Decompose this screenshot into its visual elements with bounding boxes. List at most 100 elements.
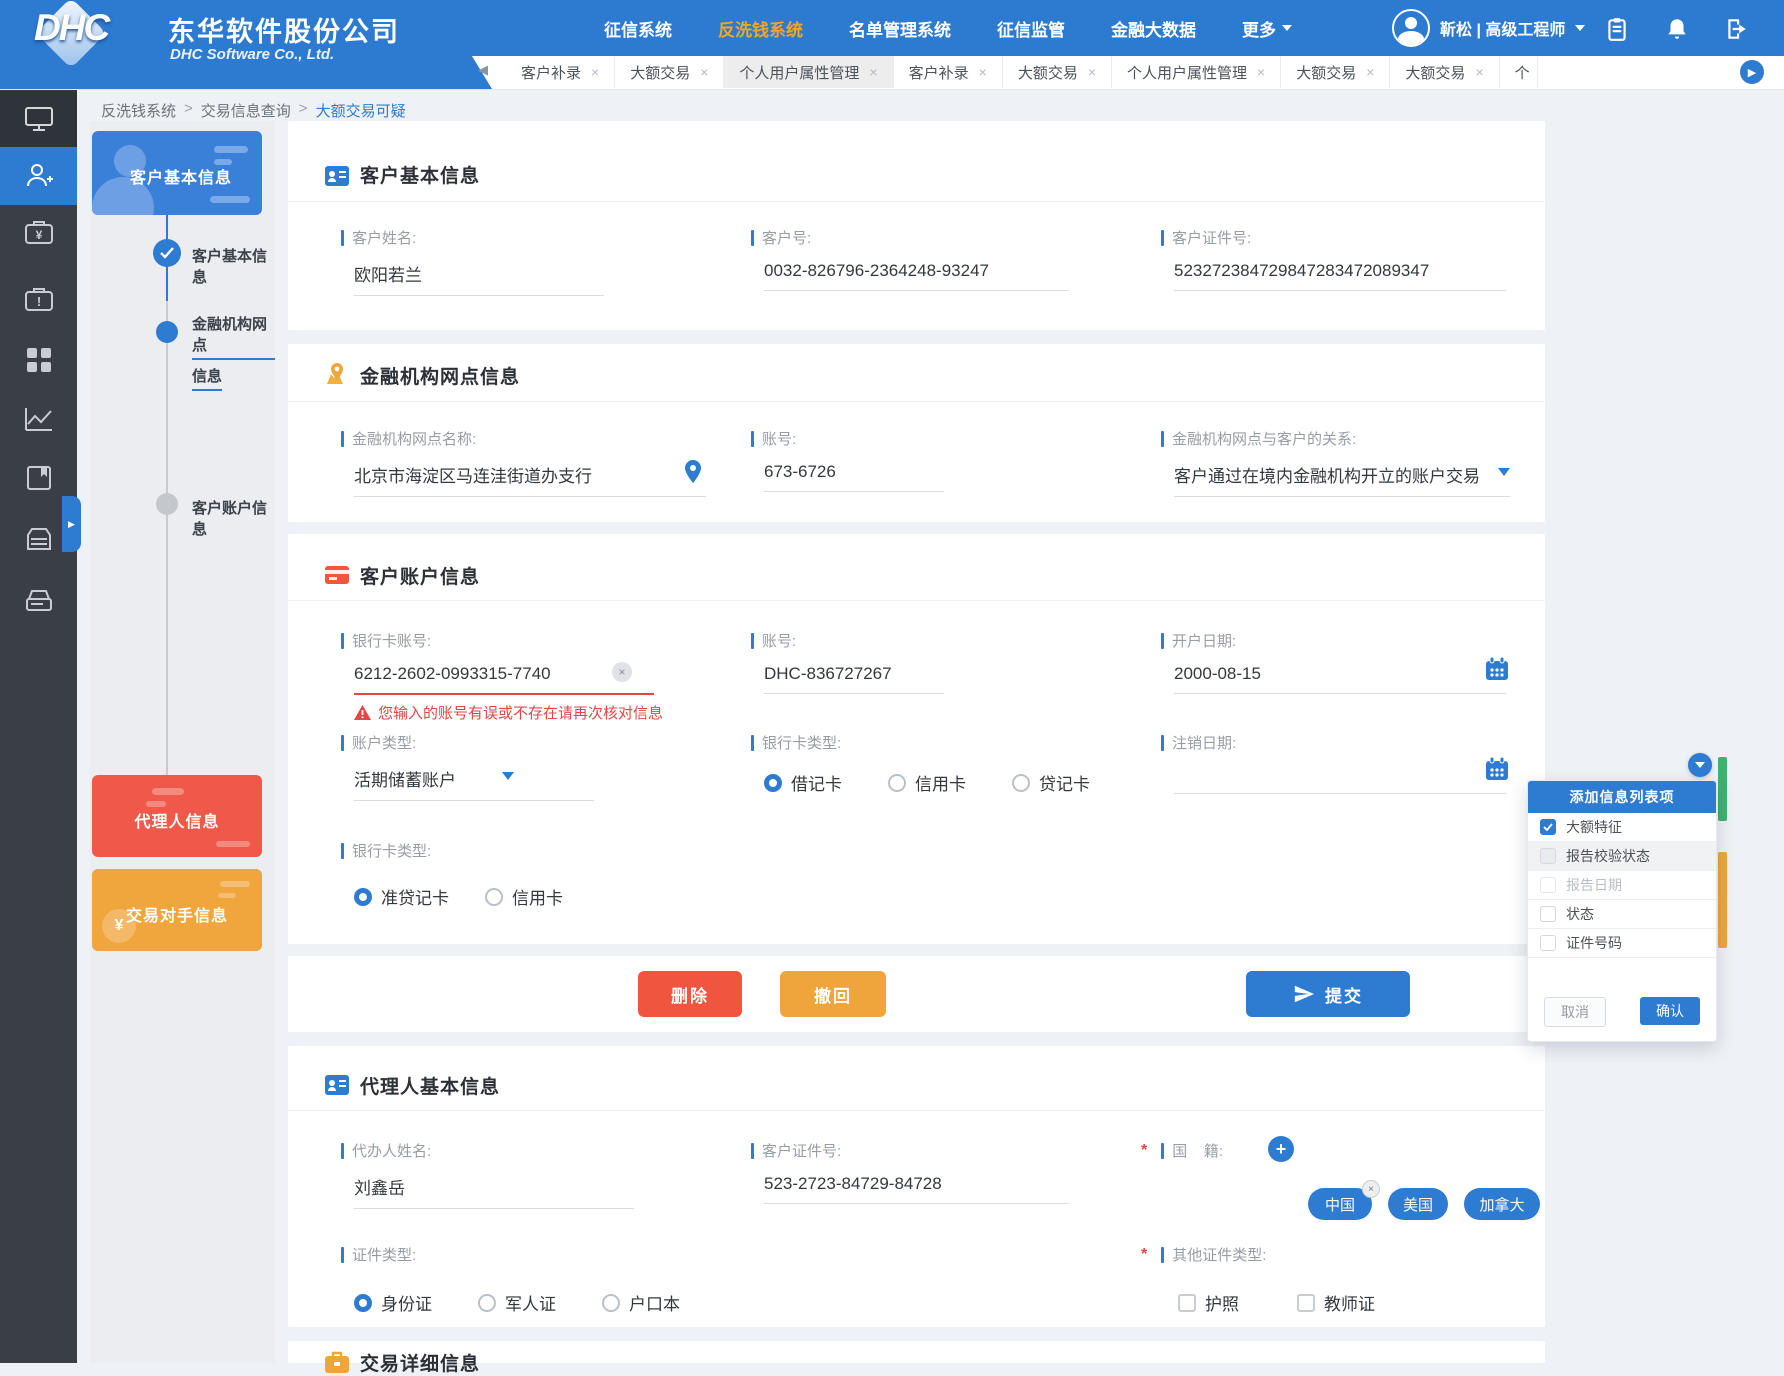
hidden-orange-button-edge[interactable]	[1718, 852, 1727, 948]
account-type-select[interactable]: 活期储蓄账户	[354, 766, 594, 801]
radio-household-register[interactable]: 户口本	[602, 1290, 680, 1315]
breadcrumb-current: 大额交易可疑	[316, 100, 406, 121]
tab-large-transaction-4[interactable]: 大额交易×	[1390, 56, 1499, 88]
step-customer-basic[interactable]: 客户基本信息	[192, 245, 275, 287]
bank-card-no-field[interactable]: 6212-2602-0993315-7740	[354, 664, 654, 695]
relation-select[interactable]: 客户通过在境内金融机构开立的账户交易	[1174, 462, 1510, 497]
tab-large-transaction-3[interactable]: 大额交易×	[1281, 56, 1390, 88]
sidebar-item-alert-case[interactable]: !	[0, 274, 77, 324]
tab-personal-user-attr-active[interactable]: 个人用户属性管理×	[724, 56, 893, 88]
branch-account-field[interactable]: 673-6726	[764, 462, 944, 492]
nav-more[interactable]: 更多	[1242, 16, 1292, 41]
account-no-field[interactable]: DHC-836727267	[764, 664, 944, 694]
tab-customer-supplement-2[interactable]: 客户补录×	[894, 56, 1003, 88]
avatar	[1392, 9, 1430, 47]
briefcase-icon	[324, 1349, 350, 1375]
nav-aml-system[interactable]: 反洗钱系统	[718, 16, 803, 41]
customer-id-field[interactable]: 523272384729847283472089347	[1174, 261, 1506, 291]
chevron-down-icon[interactable]	[1498, 468, 1510, 476]
tab-scroll-left-icon[interactable]: ◀	[478, 62, 488, 78]
location-pin-icon[interactable]	[684, 460, 702, 484]
bell-icon[interactable]	[1664, 16, 1690, 42]
sidebar-item-scanner[interactable]	[0, 575, 77, 625]
close-icon[interactable]: ×	[1475, 64, 1483, 80]
clear-input-icon[interactable]: ×	[612, 662, 632, 682]
column-settings-toggle[interactable]	[1688, 753, 1712, 777]
tab-scroll-right-icon[interactable]: ▶	[1740, 60, 1764, 84]
agent-id-field[interactable]: 523-2723-84729-84728	[764, 1174, 1069, 1204]
step-branch-info[interactable]: 金融机构网点 信息	[192, 313, 275, 396]
close-icon[interactable]: ×	[1088, 64, 1096, 80]
stepcard-agent[interactable]: 代理人信息	[92, 775, 262, 857]
close-icon[interactable]: ×	[1257, 64, 1265, 80]
stepcard-customer-basic[interactable]: 客户基本信息	[92, 131, 262, 215]
close-icon[interactable]: ×	[591, 64, 599, 80]
checkbox-checked-icon[interactable]	[1540, 819, 1556, 835]
close-icon[interactable]: ×	[869, 64, 877, 80]
calendar-icon[interactable]	[1484, 756, 1510, 782]
radio-debit-card[interactable]: 借记卡	[764, 770, 842, 795]
close-icon[interactable]: ×	[700, 64, 708, 80]
tab-customer-supplement[interactable]: 客户补录×	[506, 56, 615, 88]
delete-button[interactable]: 删除	[638, 971, 742, 1017]
tab-large-transaction[interactable]: 大额交易×	[615, 56, 724, 88]
submit-button[interactable]: 提交	[1246, 971, 1410, 1017]
radio-quasi-credit[interactable]: 准贷记卡	[354, 884, 449, 909]
nav-list-management[interactable]: 名单管理系统	[849, 16, 951, 41]
add-nationality-button[interactable]: +	[1268, 1136, 1294, 1162]
step2-dot-icon[interactable]	[156, 321, 178, 343]
breadcrumb-aml[interactable]: 反洗钱系统	[101, 100, 176, 121]
popup-item-cert-number[interactable]: 证件号码	[1528, 929, 1716, 958]
checkbox-teacher-cert[interactable]: 教师证	[1297, 1290, 1375, 1315]
sidebar-item-customer-entry[interactable]	[0, 147, 77, 205]
step1-check-icon[interactable]	[153, 239, 181, 267]
hidden-green-button-edge[interactable]	[1718, 757, 1727, 821]
branch-name-field[interactable]: 北京市海淀区马连洼街道办支行	[354, 462, 706, 497]
radio-id-card[interactable]: 身份证	[354, 1290, 432, 1315]
open-date-field[interactable]: 2000-08-15	[1174, 664, 1506, 694]
withdraw-button[interactable]: 撤回	[780, 971, 886, 1017]
chevron-down-icon[interactable]	[502, 772, 514, 780]
clipboard-icon[interactable]	[1604, 16, 1630, 42]
sidebar-item-dashboard[interactable]	[0, 91, 77, 147]
user-menu[interactable]: 靳松 | 高级工程师	[1392, 0, 1585, 56]
close-icon[interactable]: ×	[979, 64, 987, 80]
radio-military-card[interactable]: 军人证	[478, 1290, 556, 1315]
tab-personal-user-attr-2[interactable]: 个人用户属性管理×	[1112, 56, 1281, 88]
checkbox-icon[interactable]	[1540, 935, 1556, 951]
customer-no-field[interactable]: 0032-826796-2364248-93247	[764, 261, 1069, 291]
sidebar-item-money-case[interactable]: ¥	[0, 207, 77, 257]
sidebar-item-analytics[interactable]	[0, 394, 77, 444]
logout-icon[interactable]	[1724, 16, 1750, 42]
stepcard-counterparty[interactable]: ¥ 交易对手信息	[92, 869, 262, 951]
checkbox-icon[interactable]	[1540, 906, 1556, 922]
checkbox-icon[interactable]	[1540, 848, 1556, 864]
nav-credit-system[interactable]: 征信系统	[604, 16, 672, 41]
agent-name-field[interactable]: 刘鑫岳	[354, 1174, 634, 1209]
radio-credit[interactable]: 信用卡	[485, 884, 563, 909]
calendar-icon[interactable]	[1484, 656, 1510, 682]
close-icon[interactable]: ×	[1366, 64, 1374, 80]
customer-name-field[interactable]: 欧阳若兰	[354, 261, 604, 296]
radio-credit-card[interactable]: 信用卡	[888, 770, 966, 795]
popup-item-report-check-status[interactable]: 报告校验状态	[1528, 842, 1716, 871]
nationality-tag-usa[interactable]: 美国	[1388, 1188, 1448, 1220]
sidebar-expand-handle[interactable]: ▶	[62, 496, 81, 552]
nav-financial-bigdata[interactable]: 金融大数据	[1111, 16, 1196, 41]
popup-cancel-button[interactable]: 取消	[1544, 997, 1606, 1027]
step3-dot-icon[interactable]	[156, 493, 178, 515]
step-account-info[interactable]: 客户账户信息	[192, 497, 275, 539]
radio-quasi-credit-card[interactable]: 贷记卡	[1012, 770, 1090, 795]
checkbox-passport[interactable]: 护照	[1178, 1290, 1239, 1315]
popup-item-status[interactable]: 状态	[1528, 900, 1716, 929]
nav-credit-supervision[interactable]: 征信监管	[997, 16, 1065, 41]
nationality-tag-canada[interactable]: 加拿大	[1464, 1188, 1540, 1220]
breadcrumb-transaction-query[interactable]: 交易信息查询	[201, 100, 291, 121]
tab-large-transaction-2[interactable]: 大额交易×	[1003, 56, 1112, 88]
sidebar-item-apps[interactable]	[0, 335, 77, 385]
close-date-field[interactable]	[1174, 762, 1506, 794]
popup-item-large-amount-feature[interactable]: 大额特征	[1528, 813, 1716, 842]
tab-truncated[interactable]: 个	[1500, 56, 1538, 88]
remove-tag-icon[interactable]: ×	[1362, 1180, 1380, 1198]
popup-confirm-button[interactable]: 确认	[1640, 997, 1700, 1025]
